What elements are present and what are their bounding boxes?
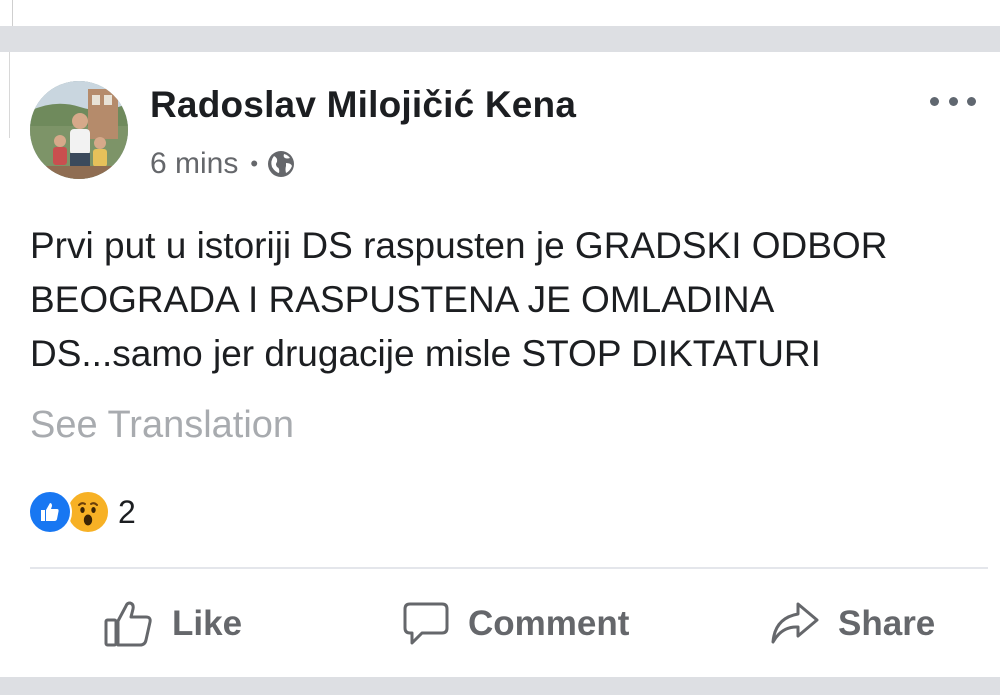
comment-label: Comment — [468, 604, 630, 643]
thumbs-up-icon — [104, 601, 152, 647]
share-label: Share — [838, 604, 936, 643]
actions-divider — [30, 567, 988, 569]
author-name[interactable]: Radoslav Milojičić Kena — [150, 84, 576, 126]
avatar[interactable] — [30, 81, 128, 179]
post-text: Prvi put u istoriji DS raspusten je GRAD… — [30, 219, 995, 381]
globe-icon — [268, 151, 295, 177]
post-meta: 6 mins • — [150, 146, 296, 182]
like-label: Like — [172, 604, 243, 643]
see-translation-link[interactable]: See Translation — [30, 404, 294, 447]
reaction-count: 2 — [118, 493, 136, 530]
like-reaction-icon — [28, 490, 72, 534]
more-dot-icon — [948, 96, 958, 106]
like-button[interactable]: Like — [104, 596, 242, 652]
previous-post-corner — [0, 0, 13, 26]
share-button[interactable]: Share — [770, 596, 935, 652]
comment-icon — [403, 602, 449, 645]
meta-separator: • — [250, 151, 259, 176]
post-time[interactable]: 6 mins — [150, 147, 238, 181]
more-dot-icon — [930, 96, 939, 106]
card-edge — [0, 52, 10, 138]
more-dot-icon — [967, 96, 976, 106]
avatar-photo — [30, 81, 128, 179]
post-text-line: Prvi put u istoriji DS raspusten je GRAD… — [30, 225, 888, 266]
post-text-line: DS...samo jer drugacije misle STOP DIKTA… — [30, 333, 821, 374]
post-text-line: BEOGRADA I RASPUSTENA JE OMLADINA — [30, 279, 775, 320]
more-options-button[interactable] — [930, 88, 976, 114]
share-arrow-icon — [771, 602, 819, 644]
wow-reaction-icon — [66, 490, 110, 534]
previous-post-strip — [0, 0, 1000, 26]
comment-button[interactable]: Comment — [402, 596, 629, 652]
reactions-summary[interactable]: 2 — [28, 490, 136, 534]
